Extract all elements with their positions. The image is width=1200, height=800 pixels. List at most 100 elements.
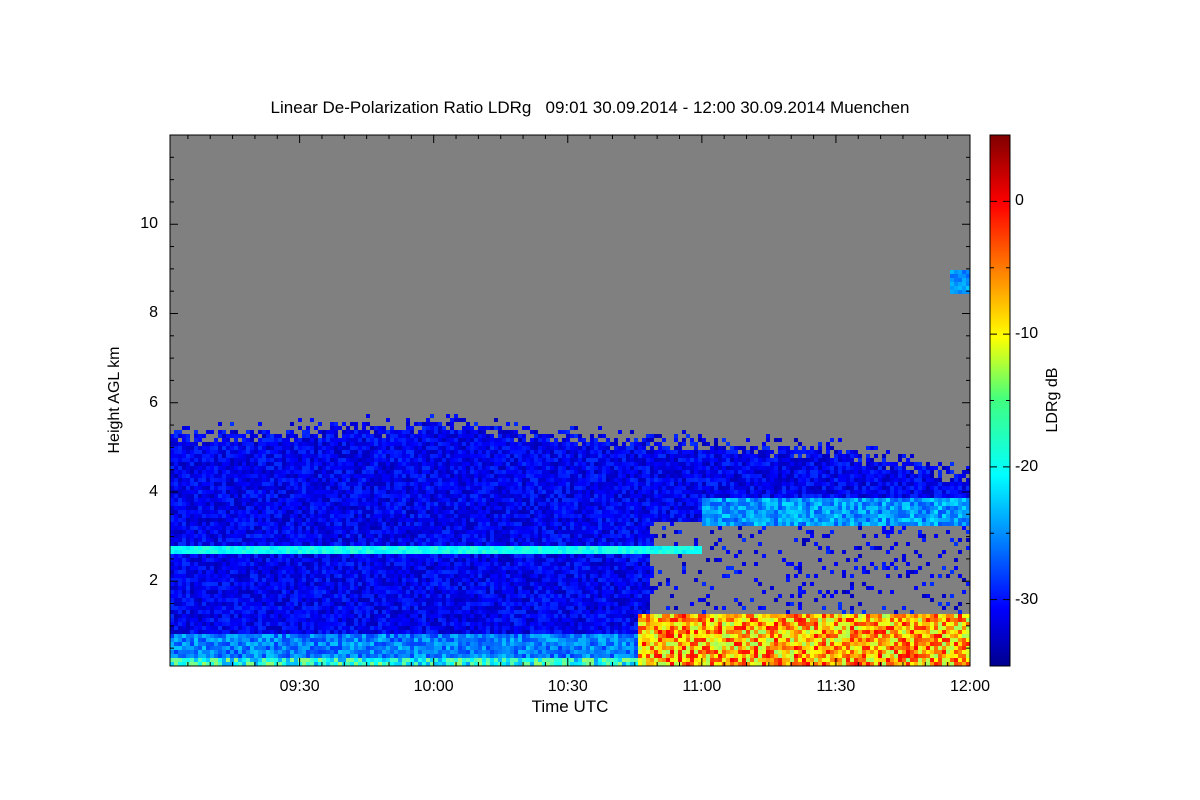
heatmap-cell <box>234 562 238 566</box>
heatmap-cell <box>498 574 502 578</box>
heatmap-cell <box>422 534 426 538</box>
heatmap-cell <box>366 458 370 462</box>
heatmap-cell <box>422 594 426 598</box>
heatmap-cell <box>342 562 346 566</box>
heatmap-cell <box>330 474 334 478</box>
heatmap-cell <box>462 602 466 606</box>
heatmap-cell <box>390 586 394 590</box>
heatmap-cell <box>370 582 374 586</box>
heatmap-cell <box>406 518 410 522</box>
heatmap-cell <box>422 598 426 602</box>
heatmap-cell <box>454 522 458 526</box>
heatmap-cell <box>206 506 210 510</box>
heatmap-cell <box>270 490 274 494</box>
heatmap-cell <box>346 638 350 642</box>
heatmap-cell <box>230 458 234 462</box>
heatmap-cell <box>194 458 198 462</box>
heatmap-cell <box>238 598 242 602</box>
heatmap-cell <box>258 466 262 470</box>
heatmap-cell <box>478 482 482 486</box>
heatmap-cell <box>470 606 474 610</box>
heatmap-cell <box>178 454 182 458</box>
heatmap-cell <box>198 474 202 478</box>
heatmap-cell <box>390 614 394 618</box>
heatmap-cell <box>470 434 474 438</box>
heatmap-cell <box>278 442 282 446</box>
heatmap-cell <box>366 478 370 482</box>
heatmap-cell <box>390 590 394 594</box>
heatmap-cell <box>186 522 190 526</box>
heatmap-cell <box>266 646 270 650</box>
heatmap-cell <box>462 490 466 494</box>
heatmap-cell <box>466 642 470 646</box>
heatmap-cell <box>214 478 218 482</box>
heatmap-cell <box>278 462 282 466</box>
heatmap-cell <box>282 442 286 446</box>
heatmap-cell <box>202 498 206 502</box>
heatmap-cell <box>494 606 498 610</box>
heatmap-cell <box>226 530 230 534</box>
heatmap-cell <box>410 434 414 438</box>
heatmap-cell <box>202 554 206 558</box>
heatmap-cell <box>314 602 318 606</box>
heatmap-cell <box>170 618 174 622</box>
heatmap-cell <box>438 450 442 454</box>
heatmap-cell <box>226 586 230 590</box>
heatmap-cell <box>230 650 234 654</box>
heatmap-cell <box>426 470 430 474</box>
heatmap-cell <box>470 566 474 570</box>
heatmap-cell <box>290 486 294 490</box>
heatmap-cell <box>178 582 182 586</box>
heatmap-cell <box>294 578 298 582</box>
heatmap-cell <box>446 630 450 634</box>
heatmap-cell <box>210 550 214 554</box>
heatmap-cell <box>250 486 254 490</box>
heatmap-cell <box>170 550 174 554</box>
heatmap-cell <box>350 486 354 490</box>
heatmap-cell <box>490 626 494 630</box>
heatmap-cell <box>294 622 298 626</box>
heatmap-cell <box>242 478 246 482</box>
heatmap-cell <box>186 626 190 630</box>
heatmap-cell <box>490 586 494 590</box>
heatmap-cell <box>430 586 434 590</box>
heatmap-cell <box>326 590 330 594</box>
heatmap-cell <box>446 502 450 506</box>
heatmap-cell <box>370 654 374 658</box>
heatmap-cell <box>410 430 414 434</box>
heatmap-cell <box>254 658 258 662</box>
heatmap-cell <box>190 618 194 622</box>
heatmap-cell <box>282 606 286 610</box>
heatmap-cell <box>178 550 182 554</box>
heatmap-cell <box>482 522 486 526</box>
heatmap-cell <box>190 498 194 502</box>
heatmap-cell <box>494 474 498 478</box>
heatmap-cell <box>222 510 226 514</box>
heatmap-cell <box>246 530 250 534</box>
heatmap-cell <box>366 582 370 586</box>
heatmap-cell <box>282 486 286 490</box>
heatmap-cell <box>342 498 346 502</box>
heatmap-cell <box>314 426 318 430</box>
heatmap-cell <box>290 594 294 598</box>
heatmap-cell <box>182 446 186 450</box>
heatmap-cell <box>314 618 318 622</box>
heatmap-cell <box>362 494 366 498</box>
heatmap-cell <box>326 586 330 590</box>
heatmap-cell <box>494 642 498 646</box>
heatmap-cell <box>218 550 222 554</box>
heatmap-cell <box>342 654 346 658</box>
heatmap-cell <box>182 454 186 458</box>
heatmap-cell <box>366 538 370 542</box>
heatmap-cell <box>238 542 242 546</box>
heatmap-cell <box>390 450 394 454</box>
heatmap-cell <box>234 522 238 526</box>
heatmap-cell <box>170 634 174 638</box>
heatmap-cell <box>490 598 494 602</box>
heatmap-cell <box>302 622 306 626</box>
heatmap-cell <box>402 622 406 626</box>
heatmap-cell <box>434 454 438 458</box>
heatmap-cell <box>402 438 406 442</box>
heatmap-cell <box>222 466 226 470</box>
heatmap-cell <box>374 622 378 626</box>
